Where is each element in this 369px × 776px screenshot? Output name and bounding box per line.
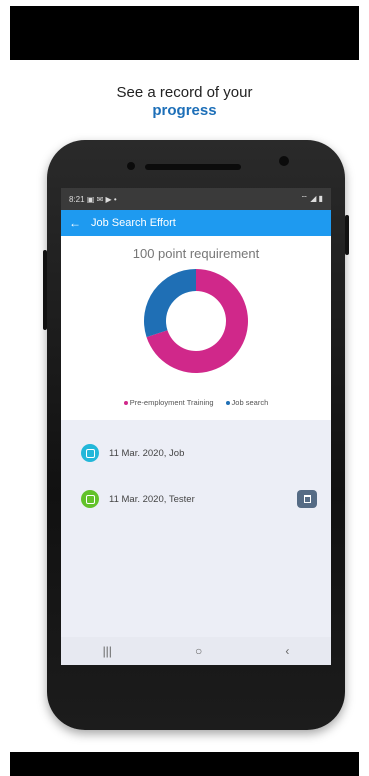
entry-text: 11 Mar. 2020, Job	[109, 447, 185, 459]
earpiece	[145, 164, 241, 170]
chart-legend: Pre-employment Training Job search	[61, 398, 331, 407]
status-left: 8:21 ▣ ✉ ▶ •	[69, 195, 117, 204]
app-bar: ← Job Search Effort	[61, 210, 331, 236]
top-banner	[10, 6, 359, 60]
home-button[interactable]: ○	[195, 644, 202, 658]
legend-item-job-search: Job search	[225, 398, 269, 407]
training-icon-glyph	[85, 494, 95, 504]
donut-slice-job-search	[144, 269, 196, 338]
delete-button[interactable]	[297, 490, 317, 508]
android-nav-bar: ||| ○ ‹	[61, 637, 331, 665]
headline-line2: progress	[152, 102, 217, 119]
training-icon	[81, 490, 99, 508]
sensor	[127, 162, 135, 170]
chart-card: 100 point requirement Pre-employment Tra…	[61, 236, 331, 420]
recents-button[interactable]: |||	[103, 644, 112, 658]
headline: See a record of your progress	[0, 84, 369, 120]
power-button	[345, 215, 349, 255]
status-notification-icons: ▣ ✉ ▶ •	[86, 194, 117, 204]
legend-dot-job-search	[225, 401, 230, 406]
legend-dot-training	[123, 401, 128, 406]
trash-icon	[303, 495, 311, 503]
headline-line1: See a record of your	[116, 84, 253, 101]
status-time: 8:21	[69, 194, 85, 204]
front-camera	[279, 156, 289, 166]
document-icon-glyph	[85, 448, 95, 458]
back-arrow-icon[interactable]: ←	[69, 216, 81, 230]
entry-list: 11 Mar. 2020, Job 11 Mar. 2020, Tester	[61, 420, 331, 522]
entry-text: 11 Mar. 2020, Tester	[109, 493, 195, 505]
list-item[interactable]: 11 Mar. 2020, Tester	[61, 476, 331, 522]
list-item[interactable]: 11 Mar. 2020, Job	[61, 430, 331, 476]
app-bar-title: Job Search Effort	[91, 217, 176, 229]
legend-label-job-search: Job search	[231, 398, 269, 407]
nav-back-button[interactable]: ‹	[285, 644, 289, 658]
status-bar: 8:21 ▣ ✉ ▶ • ⌔ ◢ ▮	[61, 188, 331, 210]
phone-frame: 8:21 ▣ ✉ ▶ • ⌔ ◢ ▮ ← Job Search Effort 1…	[43, 140, 349, 730]
volume-button	[43, 250, 47, 330]
legend-label-training: Pre-employment Training	[129, 398, 214, 407]
donut-chart	[144, 269, 248, 373]
status-signal-icons: ⌔ ◢ ▮	[300, 194, 323, 203]
legend-item-training: Pre-employment Training	[123, 398, 214, 407]
document-icon	[81, 444, 99, 462]
chart-title: 100 point requirement	[132, 246, 260, 261]
phone-screen: 8:21 ▣ ✉ ▶ • ⌔ ◢ ▮ ← Job Search Effort 1…	[61, 188, 331, 665]
bottom-banner	[10, 752, 359, 776]
